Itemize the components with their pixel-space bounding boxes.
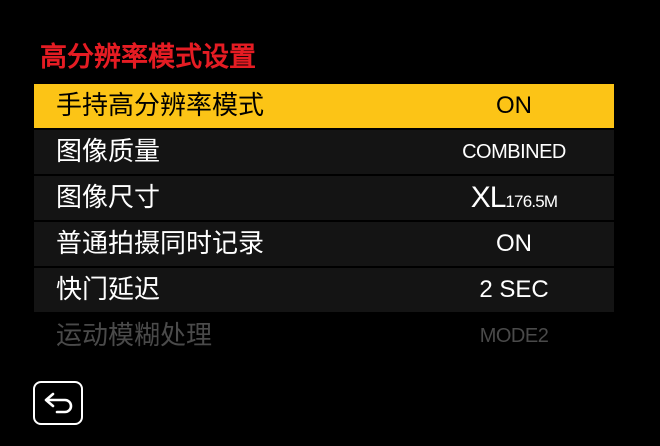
menu-item-handheld-high-res[interactable]: 手持高分辨率模式 ON — [34, 84, 614, 128]
menu-item-label: 运动模糊处理 — [56, 321, 213, 351]
image-size-sub: 176.5M — [505, 192, 558, 211]
menu-item-label: 手持高分辨率模式 — [56, 91, 265, 121]
return-arrow-icon — [44, 392, 73, 414]
menu-item-value: ON — [496, 230, 532, 257]
menu-item-label: 快门延迟 — [56, 275, 161, 305]
menu-item-label: 图像质量 — [56, 137, 161, 167]
image-size-main: XL — [470, 181, 507, 214]
menu-item-value: COMBINED — [462, 141, 566, 163]
menu-item-shutter-delay[interactable]: 快门延迟 2 SEC — [34, 268, 614, 312]
menu-item-simultaneous-normal-record[interactable]: 普通拍摄同时记录 ON — [34, 222, 614, 266]
menu-item-value: XL176.5M — [414, 176, 614, 220]
menu-item-value: ON — [496, 92, 532, 119]
menu-item-label: 普通拍摄同时记录 — [56, 229, 265, 259]
menu-item-value: 2 SEC — [479, 276, 549, 303]
menu-item-label: 图像尺寸 — [56, 183, 161, 213]
back-button[interactable] — [33, 381, 83, 425]
menu-item-motion-blur-processing: 运动模糊处理 MODE2 — [34, 314, 614, 358]
menu-item-image-quality[interactable]: 图像质量 COMBINED — [34, 130, 614, 174]
menu-title: 高分辨率模式设置 — [40, 42, 256, 73]
settings-menu: 手持高分辨率模式 ON 图像质量 COMBINED 图像尺寸 XL176.5M … — [34, 84, 614, 360]
menu-item-value: MODE2 — [479, 325, 549, 347]
menu-item-image-size[interactable]: 图像尺寸 XL176.5M — [34, 176, 614, 220]
